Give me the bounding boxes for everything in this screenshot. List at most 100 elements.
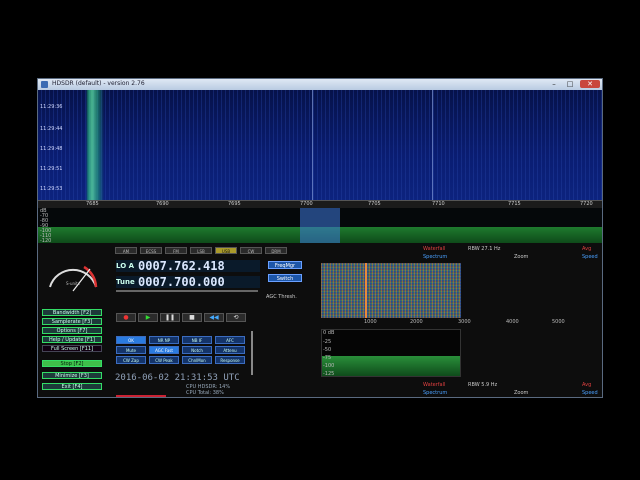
mode-usb-button[interactable]: USB xyxy=(215,247,237,254)
cw-zap-button[interactable]: CW Zap xyxy=(116,356,146,364)
attenuator-button[interactable]: Attenu xyxy=(215,346,245,354)
af-spectrum-label[interactable]: Spectrum xyxy=(423,390,447,396)
mute-button[interactable]: Mute xyxy=(116,346,146,354)
rf-waterfall-label[interactable]: Waterfall xyxy=(423,246,445,252)
af-marker-line xyxy=(365,263,367,318)
mode-fm-button[interactable]: FM xyxy=(165,247,187,254)
cw-peak-button[interactable]: CW Peak xyxy=(149,356,179,364)
af-axis-tick: 1000 xyxy=(364,319,377,325)
af-db-label: -125 xyxy=(323,371,335,377)
record-icon[interactable]: ● xyxy=(116,313,136,322)
options-button[interactable]: Options [F7] xyxy=(42,327,102,334)
mode-drm-button[interactable]: DRM xyxy=(265,247,287,254)
stop-button[interactable]: Stop [F2] xyxy=(42,360,102,367)
af-axis-tick: 4000 xyxy=(506,319,519,325)
ok-button[interactable]: OK xyxy=(116,336,146,344)
close-button[interactable]: ✕ xyxy=(580,80,600,88)
app-icon xyxy=(41,81,48,88)
rf-rbw-label: RBW 27.1 Hz xyxy=(468,246,501,252)
waterfall-time: 11:29:44 xyxy=(40,126,63,132)
lo-display[interactable]: LO A 0007.762.418 xyxy=(116,259,260,273)
af-axis-tick: 5000 xyxy=(552,319,565,325)
af-db-label: -25 xyxy=(323,339,332,345)
loop-icon[interactable]: ⟲ xyxy=(226,313,246,322)
pause-icon[interactable]: ❚❚ xyxy=(160,313,180,322)
waterfall-time: 11:29:48 xyxy=(40,146,63,152)
rewind-icon[interactable]: ◀◀ xyxy=(204,313,224,322)
tune-label: Tune xyxy=(116,278,135,286)
agc-fast-button[interactable]: AGC Fast xyxy=(149,346,179,354)
agc-threshold-slider[interactable] xyxy=(116,290,258,292)
agc-options-grid: OK NR NP NB IF AFC Mute AGC Fast Notch A… xyxy=(116,336,246,366)
mode-lsb-button[interactable]: LSB xyxy=(190,247,212,254)
af-waterfall[interactable] xyxy=(321,263,461,318)
afc-button[interactable]: AFC xyxy=(215,336,245,344)
mode-ecss-button[interactable]: ECSS xyxy=(140,247,162,254)
af-spectrum[interactable] xyxy=(321,329,461,377)
control-panel: S-units Bandwidth [F2] Samplerate [F3] O… xyxy=(38,243,602,397)
mode-cw-button[interactable]: CW xyxy=(240,247,262,254)
lo-frequency[interactable]: 0007.762.418 xyxy=(138,259,225,273)
rf-spectrum[interactable]: dB -70 -80 -90 -100 -110 -120 xyxy=(38,208,602,244)
rf-avg-label[interactable]: Avg xyxy=(582,246,591,252)
af-axis-tick: 2000 xyxy=(410,319,423,325)
switch-button[interactable]: Switch xyxy=(268,274,302,282)
tune-frequency[interactable]: 0007.700.000 xyxy=(138,275,225,289)
af-waterfall-label[interactable]: Waterfall xyxy=(423,382,445,388)
rf-speed-label[interactable]: Speed xyxy=(582,254,598,260)
help-update-button[interactable]: Help / Update [F1] xyxy=(42,336,102,343)
waterfall-marker-line xyxy=(312,90,313,200)
nr-np-button[interactable]: NR NP xyxy=(149,336,179,344)
minimize-app-button[interactable]: Minimize [F3] xyxy=(42,372,102,379)
mode-bar: AM ECSS FM LSB USB CW DRM xyxy=(115,247,311,254)
agc-threshold-label: AGC Thresh. xyxy=(266,294,297,300)
title-bar[interactable]: HDSDR (default) - version 2.76 – □ ✕ xyxy=(38,79,602,90)
mode-am-button[interactable]: AM xyxy=(115,247,137,254)
s-meter-gauge-icon xyxy=(49,265,98,292)
af-db-label: -75 xyxy=(323,355,332,361)
rf-zoom-label[interactable]: Zoom xyxy=(514,254,528,260)
response-button[interactable]: Response xyxy=(215,356,245,364)
freq-tick: 7695 xyxy=(228,201,241,207)
lo-label: LO A xyxy=(116,262,135,270)
waterfall-time: 11:29:51 xyxy=(40,166,63,172)
waterfall-time: 11:29:36 xyxy=(40,104,63,110)
af-avg-label[interactable]: Avg xyxy=(582,382,591,388)
exit-button[interactable]: Exit [F4] xyxy=(42,383,102,390)
af-axis-tick: 3000 xyxy=(458,319,471,325)
freq-tick: 7700 xyxy=(300,201,313,207)
freq-tick: 7715 xyxy=(508,201,521,207)
hdsdr-window: HDSDR (default) - version 2.76 – □ ✕ 11:… xyxy=(37,78,603,398)
af-db-label: 0 dB xyxy=(323,330,335,336)
waterfall-marker-line xyxy=(432,90,433,200)
notch-button[interactable]: Notch xyxy=(182,346,212,354)
rf-waterfall[interactable]: 11:29:36 11:29:44 11:29:48 11:29:51 11:2… xyxy=(38,90,602,200)
minimize-button[interactable]: – xyxy=(547,80,561,88)
s-meter-label: S-units xyxy=(66,281,80,286)
volume-slider[interactable] xyxy=(251,331,253,375)
play-icon[interactable]: ▶ xyxy=(138,313,158,322)
window-title: HDSDR (default) - version 2.76 xyxy=(52,80,145,87)
bandwidth-button[interactable]: Bandwidth [F2] xyxy=(42,309,102,316)
freq-tick: 7705 xyxy=(368,201,381,207)
freq-manager-button[interactable]: FreqMgr xyxy=(268,261,302,269)
cpu-total: CPU Total: 38% xyxy=(186,390,224,396)
date-time-display: 2016-06-02 21:31:53 UTC xyxy=(115,373,240,383)
af-display-subheader: Spectrum Zoom Speed xyxy=(318,389,602,397)
af-rbw-label: RBW 5.9 Hz xyxy=(468,382,498,388)
rf-spectrum-label[interactable]: Spectrum xyxy=(423,254,447,260)
freq-tick: 7685 xyxy=(86,201,99,207)
channel-monitor-button[interactable]: ChnlMon xyxy=(182,356,212,364)
stop-icon[interactable]: ■ xyxy=(182,313,202,322)
nb-if-button[interactable]: NB IF xyxy=(182,336,212,344)
maximize-button[interactable]: □ xyxy=(563,80,577,88)
full-screen-button[interactable]: Full Screen [F11] xyxy=(42,345,102,352)
waterfall-time: 11:29:53 xyxy=(40,186,63,192)
samplerate-button[interactable]: Samplerate [F3] xyxy=(42,318,102,325)
tune-display[interactable]: Tune 0007.700.000 xyxy=(116,275,260,289)
freq-tick: 7690 xyxy=(156,201,169,207)
filter-passband[interactable] xyxy=(300,208,340,243)
af-speed-label[interactable]: Speed xyxy=(582,390,598,396)
af-zoom-label[interactable]: Zoom xyxy=(514,390,528,396)
af-db-label: -100 xyxy=(323,363,335,369)
